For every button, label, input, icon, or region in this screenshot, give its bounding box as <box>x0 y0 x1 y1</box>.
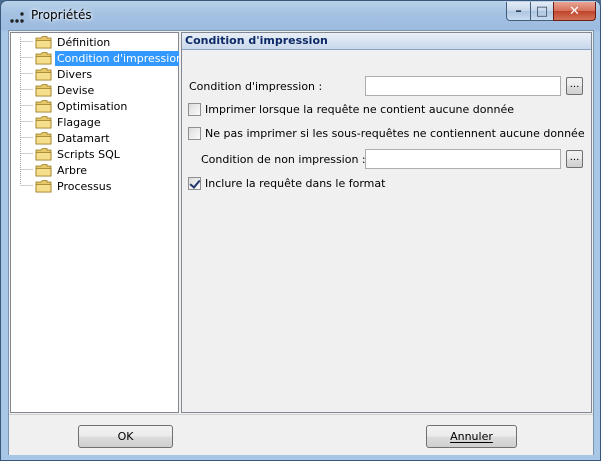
tree-item[interactable]: Optimisation <box>35 98 129 114</box>
tree-item-label: Scripts SQL <box>57 147 120 161</box>
app-icon <box>10 12 24 23</box>
tree-item[interactable]: Datamart <box>35 130 112 146</box>
skip-subqueries-label: Ne pas imprimer si les sous-requêtes ne … <box>205 127 585 140</box>
tree-item-label: Condition d'impression <box>55 50 186 66</box>
maximize-icon: □ <box>535 3 549 19</box>
condition-input[interactable] <box>365 76 561 96</box>
tree-item[interactable]: Définition <box>35 34 112 50</box>
include-query-checkbox-row[interactable]: Inclure la requête dans le format <box>188 177 385 190</box>
tree-item-label: Flagage <box>57 115 101 129</box>
folder-icon <box>35 52 52 65</box>
tree-item[interactable]: Divers <box>35 66 94 82</box>
folder-icon <box>35 164 52 177</box>
folder-icon <box>35 132 52 145</box>
minimize-icon: – <box>515 3 522 19</box>
panel-title: Condition d'impression <box>185 34 328 47</box>
minimize-button[interactable]: – <box>506 2 531 21</box>
folder-icon <box>35 180 52 193</box>
tree-item[interactable]: Arbre <box>35 162 89 178</box>
print-empty-label: Imprimer lorsque la requête ne contient … <box>205 103 514 116</box>
button-bar: OK Annuler <box>9 414 593 455</box>
skip-subqueries-checkbox[interactable] <box>188 127 201 140</box>
skip-subqueries-checkbox-row[interactable]: Ne pas imprimer si les sous-requêtes ne … <box>188 127 585 140</box>
tree-item-label: Processus <box>57 179 112 193</box>
condition-label: Condition d'impression : <box>189 80 323 93</box>
tree-item-label: Arbre <box>57 163 88 177</box>
tree-item[interactable]: Processus <box>35 178 113 194</box>
title-bar[interactable]: Propriétés – □ ✕ <box>1 1 600 31</box>
folder-icon <box>35 84 52 97</box>
tree-item-label: Devise <box>57 83 95 97</box>
include-query-label: Inclure la requête dans le format <box>205 177 386 190</box>
tree-item[interactable]: Flagage <box>35 114 103 130</box>
tree-item-label: Datamart <box>57 131 110 145</box>
close-button[interactable]: ✕ <box>553 2 596 21</box>
tree-item-label: Divers <box>57 67 93 81</box>
cancel-button[interactable]: Annuler <box>426 425 517 448</box>
non-print-condition-label: Condition de non impression : <box>201 153 366 166</box>
tree-item[interactable]: Scripts SQL <box>35 146 122 162</box>
folder-icon <box>35 116 52 129</box>
folder-icon <box>35 148 52 161</box>
non-print-condition-input[interactable] <box>365 149 561 169</box>
tree-item[interactable]: Devise <box>35 82 96 98</box>
cancel-label: Annuler <box>450 430 493 443</box>
folder-icon <box>35 68 52 81</box>
folder-icon <box>35 36 52 49</box>
non-print-browse-button[interactable]: ... <box>566 150 583 168</box>
tree-item-label: Optimisation <box>57 99 128 113</box>
print-empty-checkbox-row[interactable]: Imprimer lorsque la requête ne contient … <box>188 103 514 116</box>
close-icon: ✕ <box>569 3 580 19</box>
panel-header: Condition d'impression <box>182 33 591 50</box>
ok-button[interactable]: OK <box>78 425 173 448</box>
tree-item-label: Définition <box>57 35 111 49</box>
category-tree[interactable]: Définition Condition d'impression Divers De… <box>10 32 186 413</box>
folder-icon <box>35 100 52 113</box>
tree-item[interactable]: Condition d'impression <box>35 50 186 66</box>
condition-browse-button[interactable]: ... <box>566 77 583 95</box>
print-empty-checkbox[interactable] <box>188 103 201 116</box>
window-title: Propriétés <box>31 8 92 22</box>
properties-window: Propriétés – □ ✕ Définition Condition d'… <box>0 0 601 461</box>
maximize-button[interactable]: □ <box>530 2 554 21</box>
include-query-checkbox[interactable] <box>188 177 201 190</box>
settings-panel: Condition d'impression Condition d'impre… <box>181 32 592 413</box>
dialog-client-area: Définition Condition d'impression Divers De… <box>8 30 594 455</box>
